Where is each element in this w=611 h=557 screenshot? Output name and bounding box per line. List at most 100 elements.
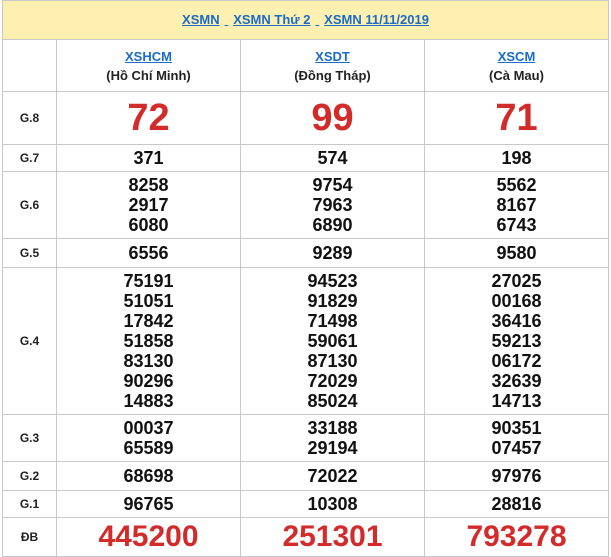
province-name: (Cà Mau) bbox=[489, 67, 544, 83]
prize-row-g5: G.5 6556 9289 9580 bbox=[2, 238, 609, 268]
prize-cell: 99 bbox=[240, 91, 425, 145]
prize-number: 00037 bbox=[123, 418, 174, 438]
prize-number: 00168 bbox=[491, 291, 542, 311]
prize-cell: 27025 00168 36416 59213 06172 32639 1471… bbox=[424, 267, 609, 415]
prize-number: 75191 bbox=[123, 271, 174, 291]
prize-label: G.1 bbox=[2, 490, 57, 518]
prize-number: 32639 bbox=[491, 371, 542, 391]
prize-number: 71498 bbox=[307, 311, 358, 331]
prize-number: 27025 bbox=[491, 271, 542, 291]
province-name: (Đồng Tháp) bbox=[294, 67, 371, 83]
prize-row-g4: G.4 75191 51051 17842 51858 83130 90296 … bbox=[2, 267, 609, 415]
prize-number: 2917 bbox=[128, 195, 169, 215]
prize-cell: 5562 8167 6743 bbox=[424, 171, 609, 239]
prize-cell: 96765 bbox=[56, 490, 241, 518]
prize-number: 9289 bbox=[312, 243, 353, 263]
special-prize-number: 793278 bbox=[466, 520, 567, 553]
prize-number: 36416 bbox=[491, 311, 542, 331]
prize-number: 51858 bbox=[123, 331, 174, 351]
prize-label: ĐB bbox=[2, 517, 57, 557]
prize-number: 65589 bbox=[123, 438, 174, 458]
prize-number: 90351 bbox=[491, 418, 542, 438]
prize-number: 33188 bbox=[307, 418, 358, 438]
prize-cell: 371 bbox=[56, 144, 241, 172]
prize-number: 9580 bbox=[496, 243, 537, 263]
prize-cell: 9289 bbox=[240, 238, 425, 268]
prize-row-g2: G.2 68698 72022 97976 bbox=[2, 461, 609, 491]
prize-cell: 6556 bbox=[56, 238, 241, 268]
prize-number: 371 bbox=[133, 148, 164, 168]
prize-number: 07457 bbox=[491, 438, 542, 458]
link-xsmn-thu2[interactable]: XSMN Thứ 2 bbox=[233, 12, 310, 27]
prize-number: 59213 bbox=[491, 331, 542, 351]
prize-cell: 00037 65589 bbox=[56, 414, 241, 462]
prize-number: 97976 bbox=[491, 466, 542, 486]
province-code-link[interactable]: XSCM bbox=[425, 49, 608, 64]
prize-number: 14713 bbox=[491, 391, 542, 411]
prize-number: 29194 bbox=[307, 438, 358, 458]
prize-number: 72029 bbox=[307, 371, 358, 391]
prize-label: G.5 bbox=[2, 238, 57, 268]
prize-cell: 9580 bbox=[424, 238, 609, 268]
province-code-link[interactable]: XSDT bbox=[241, 49, 424, 64]
prize-number: 85024 bbox=[307, 391, 358, 411]
prize-label: G.6 bbox=[2, 171, 57, 239]
corner-cell bbox=[2, 39, 57, 92]
prize-number: 17842 bbox=[123, 311, 174, 331]
province-col-2: XSDT (Đồng Tháp) bbox=[240, 39, 425, 92]
prize-cell: 72022 bbox=[240, 461, 425, 491]
prize-cell: 28816 bbox=[424, 490, 609, 518]
prize-number: 59061 bbox=[307, 331, 358, 351]
prize-number: 6743 bbox=[496, 215, 537, 235]
prize-number: 7963 bbox=[312, 195, 353, 215]
prize-cell: 90351 07457 bbox=[424, 414, 609, 462]
prize-cell: 71 bbox=[424, 91, 609, 145]
prize-cell: 793278 bbox=[424, 517, 609, 557]
prize-number: 96765 bbox=[123, 494, 174, 514]
prize-number: 68698 bbox=[123, 466, 174, 486]
prize-row-g1: G.1 96765 10308 28816 bbox=[2, 490, 609, 518]
prize-cell: 10308 bbox=[240, 490, 425, 518]
prize-label: G.3 bbox=[2, 414, 57, 462]
prize-row-g7: G.7 371 574 198 bbox=[2, 144, 609, 172]
prize-number: 91829 bbox=[307, 291, 358, 311]
prize-number: 51051 bbox=[123, 291, 174, 311]
prize-label: G.7 bbox=[2, 144, 57, 172]
prize-cell: 68698 bbox=[56, 461, 241, 491]
prize-number: 94523 bbox=[307, 271, 358, 291]
prize-number: 574 bbox=[317, 148, 348, 168]
prize-cell: 198 bbox=[424, 144, 609, 172]
prize-cell: 97976 bbox=[424, 461, 609, 491]
link-xsmn[interactable]: XSMN bbox=[182, 12, 220, 27]
province-row: XSHCM (Hồ Chí Minh) XSDT (Đồng Tháp) XSC… bbox=[2, 39, 609, 92]
prize-label: G.8 bbox=[2, 91, 57, 145]
prize-cell: 251301 bbox=[240, 517, 425, 557]
prize-row-g8: G.8 72 99 71 bbox=[2, 91, 609, 145]
prize-number: 6080 bbox=[128, 215, 169, 235]
special-prize-number: 251301 bbox=[282, 520, 383, 553]
prize-number: 6556 bbox=[128, 243, 169, 263]
prize-number: 6890 bbox=[312, 215, 353, 235]
prize-number: 14883 bbox=[123, 391, 174, 411]
prize-number: 06172 bbox=[491, 351, 542, 371]
prize-number: 72022 bbox=[307, 466, 358, 486]
prize-number: 5562 bbox=[496, 175, 537, 195]
link-xsmn-date[interactable]: XSMN 11/11/2019 bbox=[324, 12, 429, 27]
prize-number: 10308 bbox=[307, 494, 358, 514]
prize-cell: 33188 29194 bbox=[240, 414, 425, 462]
prize-number: 8167 bbox=[496, 195, 537, 215]
special-prize-number: 445200 bbox=[98, 520, 199, 553]
prize-cell: 9754 7963 6890 bbox=[240, 171, 425, 239]
prize-cell: 75191 51051 17842 51858 83130 90296 1488… bbox=[56, 267, 241, 415]
prize-number: 72 bbox=[127, 97, 170, 139]
prize-row-special: ĐB 445200 251301 793278 bbox=[2, 517, 609, 557]
prize-cell: 445200 bbox=[56, 517, 241, 557]
province-code-link[interactable]: XSHCM bbox=[57, 49, 240, 64]
prize-number: 28816 bbox=[491, 494, 542, 514]
prize-number: 8258 bbox=[128, 175, 169, 195]
header-cell: XSMN XSMN Thứ 2 XSMN 11/11/2019 bbox=[2, 0, 609, 40]
prize-cell: 94523 91829 71498 59061 87130 72029 8502… bbox=[240, 267, 425, 415]
prize-cell: 8258 2917 6080 bbox=[56, 171, 241, 239]
prize-row-g6: G.6 8258 2917 6080 9754 7963 6890 5562 8… bbox=[2, 171, 609, 239]
header-row: XSMN XSMN Thứ 2 XSMN 11/11/2019 bbox=[2, 0, 609, 40]
